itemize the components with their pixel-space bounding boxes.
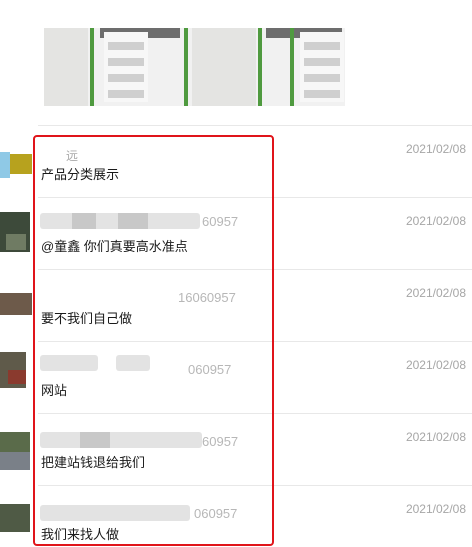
avatar[interactable]: [0, 293, 34, 331]
divider: [38, 125, 472, 126]
blurred-sender-name: [40, 355, 98, 371]
message-text: @童鑫 你们真要高水准点: [41, 239, 188, 254]
sender-name: 远: [66, 149, 79, 163]
blurred-sender-name: [118, 213, 148, 229]
divider: [38, 413, 472, 414]
blurred-sender-name: [116, 355, 150, 371]
message-text: 我们来找人做: [41, 527, 120, 542]
message-text: 产品分类展示: [41, 167, 120, 182]
divider: [38, 197, 472, 198]
message-text: 要不我们自己做: [41, 311, 133, 326]
timestamp: 2021/02/08: [405, 430, 466, 444]
product-image-preview[interactable]: [44, 28, 345, 106]
sender-id: 16060957: [178, 290, 236, 305]
sender-id: 60957: [202, 214, 239, 229]
timestamp: 2021/02/08: [405, 214, 466, 228]
blurred-sender-name: [40, 432, 202, 448]
divider: [38, 341, 472, 342]
divider: [38, 269, 472, 270]
timestamp: 2021/02/08: [405, 502, 466, 516]
blurred-sender-name: [40, 505, 190, 521]
divider: [38, 485, 472, 486]
avatar[interactable]: [0, 504, 34, 542]
timestamp: 2021/02/08: [405, 142, 466, 156]
avatar[interactable]: [0, 146, 34, 184]
sender-id: 60957: [202, 434, 239, 449]
avatar[interactable]: [0, 432, 34, 470]
timestamp: 2021/02/08: [405, 286, 466, 300]
blurred-sender-name: [80, 432, 110, 448]
message-text: 网站: [41, 383, 68, 398]
avatar[interactable]: [0, 212, 34, 252]
message-text: 把建站钱退给我们: [41, 455, 146, 470]
timestamp: 2021/02/08: [405, 358, 466, 372]
blurred-sender-name: [72, 213, 96, 229]
sender-id: 060957: [188, 362, 232, 377]
sender-id: 060957: [194, 506, 238, 521]
avatar[interactable]: [0, 352, 34, 390]
